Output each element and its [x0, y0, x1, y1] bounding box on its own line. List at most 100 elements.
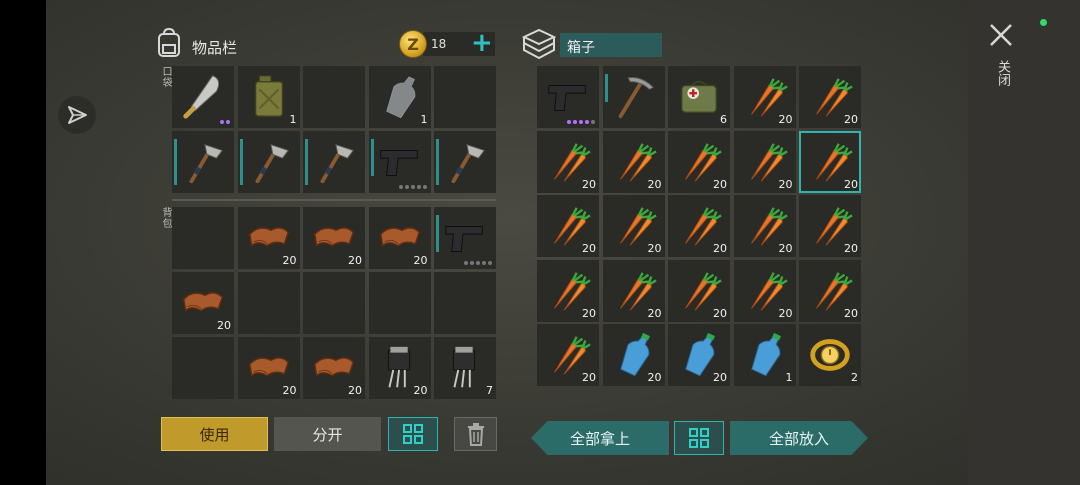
item-slot[interactable]: 20 — [537, 130, 599, 193]
item-slot[interactable]: 20 — [733, 66, 796, 128]
pickaxe-icon — [618, 77, 654, 119]
pistol-icon — [548, 84, 586, 111]
take-all-button[interactable]: 全部拿上 — [531, 421, 669, 455]
item-slot[interactable] — [368, 131, 431, 193]
item-count: 20 — [844, 113, 858, 126]
item-slot[interactable]: 1 — [733, 324, 796, 386]
quality-dots — [398, 185, 427, 189]
item-count: 20 — [582, 371, 596, 384]
box-title: 箱子 — [567, 40, 595, 56]
split-button[interactable]: 分开 — [274, 417, 381, 451]
item-slot[interactable] — [303, 131, 365, 193]
durability-bar — [436, 215, 439, 252]
item-slot[interactable] — [602, 66, 665, 128]
trash-icon — [467, 423, 484, 446]
empty-slot[interactable] — [172, 207, 234, 269]
hatchet-icon — [189, 143, 224, 184]
section-divider — [172, 199, 496, 201]
item-slot[interactable]: 20 — [799, 259, 861, 322]
item-slot[interactable]: 20 — [733, 130, 796, 193]
item-slot[interactable]: 20 — [368, 337, 431, 399]
item-slot[interactable]: 20 — [668, 324, 730, 386]
item-slot[interactable] — [237, 131, 300, 193]
item-slot[interactable]: 20 — [602, 324, 665, 386]
jerrycan-icon — [254, 75, 283, 117]
item-slot[interactable]: 20 — [537, 259, 599, 322]
item-slot[interactable]: 20 — [172, 272, 234, 334]
item-slot[interactable]: 20 — [537, 324, 599, 386]
item-slot[interactable]: 20 — [733, 195, 796, 257]
item-slot[interactable]: 7 — [434, 337, 496, 399]
sort-inventory-button[interactable] — [388, 417, 438, 451]
item-slot[interactable]: 20 — [799, 130, 861, 193]
item-count: 20 — [282, 254, 297, 267]
empty-slot[interactable] — [303, 66, 365, 128]
hatchet-icon — [255, 143, 289, 184]
pistol-icon — [379, 149, 418, 176]
item-slot[interactable]: 20 — [799, 66, 861, 128]
item-slot[interactable]: 20 — [237, 207, 300, 269]
status-indicator — [1040, 19, 1047, 26]
item-count: 20 — [844, 242, 858, 255]
durability-bar — [305, 139, 308, 185]
item-count: 1 — [289, 113, 297, 126]
item-slot[interactable]: 20 — [668, 195, 730, 257]
item-count: 7 — [486, 384, 493, 397]
coin-count: 18 — [431, 37, 447, 51]
item-slot[interactable] — [172, 131, 234, 193]
item-slot[interactable] — [172, 66, 234, 128]
use-button[interactable]: 使用 — [161, 417, 268, 451]
item-slot[interactable]: 20 — [237, 337, 300, 399]
item-count: 20 — [713, 177, 727, 191]
item-slot[interactable] — [537, 66, 599, 128]
share-button[interactable] — [58, 96, 96, 134]
item-slot[interactable]: 20 — [602, 130, 665, 193]
item-slot[interactable]: 20 — [303, 337, 365, 399]
item-slot[interactable]: 20 — [303, 207, 365, 269]
item-slot[interactable]: 1 — [237, 66, 300, 128]
item-count: 20 — [413, 384, 428, 397]
item-slot[interactable]: 1 — [368, 66, 431, 128]
close-button[interactable] — [986, 20, 1016, 50]
durability-bar — [436, 139, 439, 185]
quality-dots — [567, 120, 595, 124]
empty-slot[interactable] — [172, 337, 234, 399]
empty-slot[interactable] — [434, 66, 496, 128]
empty-slot[interactable] — [368, 272, 431, 334]
item-count: 20 — [647, 242, 662, 255]
send-icon — [68, 106, 87, 124]
item-slot[interactable] — [434, 131, 496, 193]
water-bottle-empty-icon — [385, 76, 415, 119]
durability-bar — [604, 74, 608, 102]
sort-box-button[interactable] — [674, 421, 724, 455]
item-slot[interactable]: 20 — [668, 259, 730, 322]
item-slot[interactable]: 20 — [602, 195, 665, 257]
item-slot[interactable]: 20 — [799, 195, 861, 257]
item-count: 20 — [778, 306, 793, 320]
empty-slot[interactable] — [434, 272, 496, 334]
item-slot[interactable]: 20 — [368, 207, 431, 269]
empty-slot[interactable] — [237, 272, 300, 334]
pistol-icon — [445, 225, 483, 252]
item-count: 20 — [778, 177, 793, 191]
item-slot[interactable]: 2 — [799, 324, 861, 386]
trash-button[interactable] — [454, 417, 497, 451]
item-slot[interactable]: 20 — [733, 259, 796, 322]
item-slot[interactable]: 20 — [537, 195, 599, 257]
item-count: 20 — [713, 242, 727, 255]
durability-bar — [239, 139, 243, 185]
item-count: 20 — [282, 384, 297, 397]
backpack-label: 背包 — [160, 207, 171, 229]
close-label: 关闭 — [995, 60, 1010, 86]
machete-icon — [183, 75, 220, 119]
item-slot[interactable]: 6 — [668, 66, 730, 128]
item-slot[interactable]: 20 — [668, 130, 730, 193]
empty-slot[interactable] — [303, 272, 365, 334]
item-count: 20 — [647, 177, 662, 191]
item-slot[interactable]: 20 — [602, 259, 665, 322]
water-bottle-icon — [750, 332, 781, 377]
put-all-button[interactable]: 全部放入 — [730, 421, 868, 455]
item-slot[interactable] — [434, 207, 496, 269]
add-coins-button[interactable]: + — [471, 30, 493, 56]
coin-icon: Z — [399, 30, 427, 58]
